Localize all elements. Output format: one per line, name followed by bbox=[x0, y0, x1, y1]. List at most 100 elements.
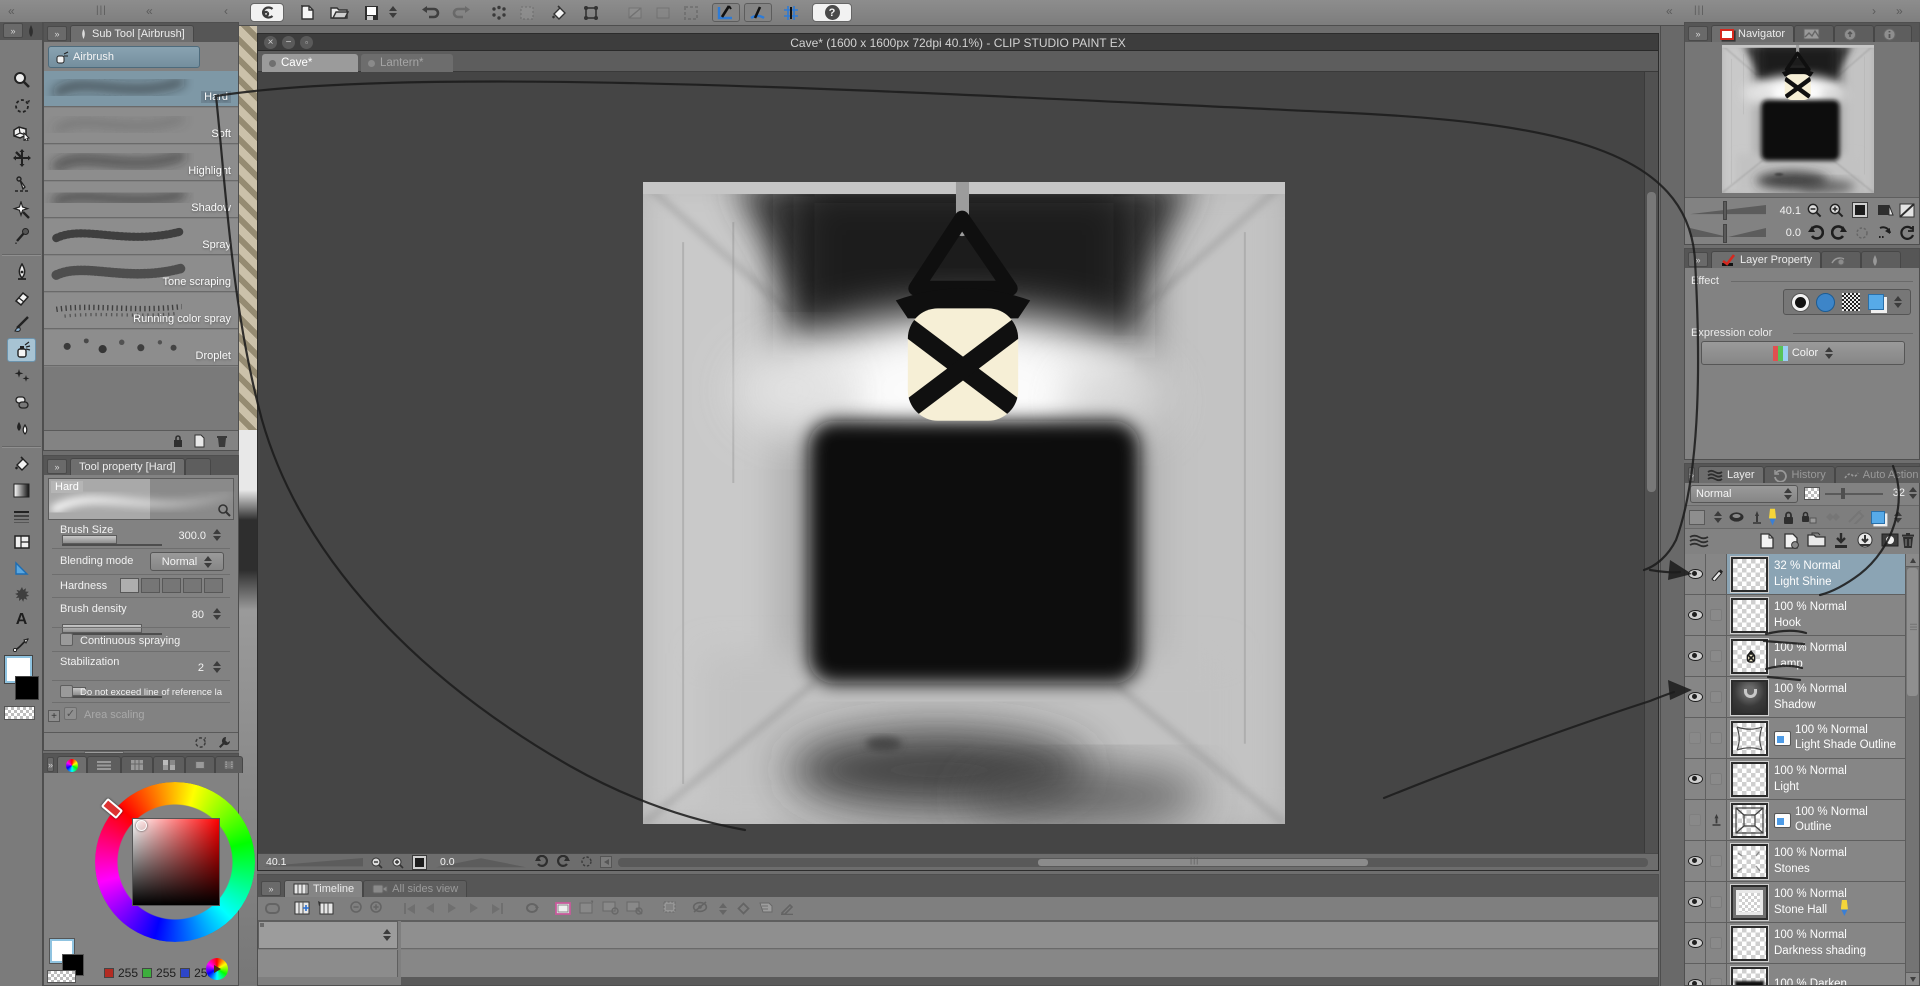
mask-enable-icon[interactable] bbox=[1823, 510, 1841, 524]
statusbar-zoomin-icon[interactable] bbox=[391, 856, 405, 869]
auto-select-tool[interactable] bbox=[7, 198, 36, 222]
canvas-hscrollbar[interactable]: ||| bbox=[618, 856, 1648, 867]
intermediate-color-tab[interactable] bbox=[153, 756, 186, 773]
visibility-eye-icon[interactable] bbox=[1687, 897, 1703, 907]
saturation-value-square[interactable] bbox=[132, 818, 220, 906]
panel-grip-icon[interactable]: ||| bbox=[96, 5, 107, 16]
color-mixer-icon[interactable] bbox=[206, 958, 228, 980]
subtool-item-highlight[interactable]: Highlight bbox=[44, 145, 238, 181]
visibility-eye-icon[interactable] bbox=[1687, 569, 1703, 579]
color-history-tab[interactable] bbox=[215, 756, 244, 773]
layer-row-light[interactable]: 100 % Normal Light bbox=[1685, 759, 1905, 800]
move-tool[interactable] bbox=[7, 146, 36, 170]
blend-mode-dropdown[interactable]: Normal bbox=[1690, 485, 1798, 503]
effect-spinner[interactable] bbox=[1894, 296, 1903, 308]
timeline-zoomin-icon[interactable] bbox=[370, 901, 384, 915]
layer-thumbnail[interactable] bbox=[1730, 555, 1769, 593]
selection-border-icon[interactable] bbox=[678, 3, 704, 22]
collapse-left-icon[interactable]: « bbox=[8, 4, 16, 18]
expression-color-dropdown[interactable]: Color bbox=[1701, 341, 1905, 365]
opacity-spinner[interactable] bbox=[1909, 487, 1917, 499]
subtool-item-droplet[interactable]: Droplet bbox=[44, 330, 238, 366]
new-timeline-icon[interactable] bbox=[294, 900, 312, 916]
layer-thumbnail[interactable] bbox=[1730, 760, 1769, 798]
layer-scrollbar[interactable]: ||| bbox=[1905, 554, 1919, 985]
layer-property-tab[interactable]: Layer Property bbox=[1711, 251, 1822, 268]
specify-cel-icon[interactable] bbox=[602, 900, 620, 915]
prev-frame-icon[interactable] bbox=[426, 903, 434, 913]
canvas-artwork[interactable] bbox=[643, 182, 1285, 824]
undo-icon[interactable] bbox=[418, 3, 444, 22]
nav-zoom-slider[interactable] bbox=[1690, 205, 1766, 215]
collapse-subtool-icon[interactable]: « bbox=[146, 4, 154, 18]
timeline-ruler[interactable] bbox=[401, 921, 1658, 949]
through-view-icon[interactable] bbox=[1728, 511, 1745, 523]
lock-icon[interactable] bbox=[1782, 510, 1795, 525]
collapse-right-icon[interactable]: » bbox=[1896, 4, 1904, 18]
lock-subtool-icon[interactable] bbox=[170, 433, 186, 449]
open-file-icon[interactable] bbox=[326, 3, 352, 22]
next-frame-icon[interactable] bbox=[470, 903, 478, 913]
nav-rotation-slider[interactable] bbox=[1690, 227, 1766, 238]
all-sides-view-tab[interactable]: All sides view bbox=[363, 880, 468, 897]
layer-tab[interactable]: Layer bbox=[1698, 466, 1764, 483]
tool-property-menu-icon[interactable]: » bbox=[47, 459, 67, 474]
layer-color-spinner[interactable] bbox=[1894, 511, 1902, 523]
text-tool[interactable]: A bbox=[7, 608, 36, 632]
layer-menu-icon[interactable]: » bbox=[1688, 467, 1696, 482]
tone-effect-icon[interactable] bbox=[1842, 293, 1861, 311]
timeline-settings-icon[interactable] bbox=[316, 900, 334, 916]
wrench-icon[interactable] bbox=[216, 734, 232, 750]
collapse-right-panels-icon[interactable]: « bbox=[1666, 4, 1674, 18]
enable-onion-icon[interactable] bbox=[692, 901, 709, 913]
layer-row-hook[interactable]: 100 % Normal Hook bbox=[1685, 595, 1905, 636]
filter-spinner[interactable] bbox=[1714, 511, 1722, 523]
tool-property-tab[interactable]: Tool property [Hard] bbox=[70, 458, 185, 475]
auto-action-tab[interactable]: Auto Action bbox=[1834, 466, 1920, 483]
save-options-spinner[interactable] bbox=[389, 6, 397, 18]
nav-flip-icon[interactable] bbox=[1899, 203, 1915, 218]
right-panel-grip-icon[interactable]: ||| bbox=[1694, 5, 1705, 16]
layer-thumbnail[interactable] bbox=[1730, 801, 1769, 839]
statusbar-zoomout-icon[interactable] bbox=[370, 856, 384, 869]
fill-effect-icon[interactable] bbox=[1816, 292, 1836, 312]
opacity-slider[interactable] bbox=[1825, 488, 1883, 499]
flip-canvas-icon[interactable] bbox=[650, 3, 676, 22]
approx-color-tab[interactable] bbox=[185, 756, 216, 773]
new-layer-icon[interactable] bbox=[1759, 532, 1775, 550]
figure-tool[interactable] bbox=[7, 556, 36, 580]
decoration-tool[interactable] bbox=[7, 364, 36, 388]
subtool-menu-icon[interactable]: » bbox=[47, 26, 67, 41]
delete-layer-icon[interactable] bbox=[1901, 532, 1915, 549]
history-tab[interactable]: History bbox=[1763, 466, 1835, 483]
area-scaling-checkbox[interactable]: ✓ bbox=[64, 707, 77, 720]
brush-size-spinner[interactable] bbox=[213, 529, 221, 541]
zoom-tool[interactable] bbox=[7, 68, 36, 92]
canvas-titlebar[interactable]: × − ▫ Cave* (1600 x 1600px 72dpi 40.1%) … bbox=[258, 34, 1658, 51]
hardness-segments[interactable] bbox=[120, 578, 223, 593]
timeline-track-header[interactable] bbox=[258, 921, 398, 949]
palette-dock-icon[interactable] bbox=[1689, 534, 1709, 548]
onion-skin-icon[interactable] bbox=[662, 900, 678, 915]
timeline-menu-icon[interactable]: » bbox=[261, 881, 281, 896]
nav-rotate-cw-icon[interactable] bbox=[1831, 225, 1848, 240]
gradient-tool[interactable] bbox=[7, 478, 36, 502]
track-header-spinner[interactable] bbox=[383, 929, 391, 941]
visibility-eye-icon[interactable] bbox=[1687, 979, 1703, 985]
visibility-eye-icon[interactable] bbox=[1687, 610, 1703, 620]
brush-size-slider[interactable] bbox=[62, 535, 162, 546]
layer-row-shadow[interactable]: 100 % Normal Shadow bbox=[1685, 677, 1905, 718]
visibility-eye-icon[interactable] bbox=[1687, 856, 1703, 866]
tone-settings-tab[interactable] bbox=[1821, 251, 1862, 268]
layer-thumbnail[interactable] bbox=[1730, 965, 1769, 985]
layer-row-stones[interactable]: 100 % Normal Stones bbox=[1685, 841, 1905, 882]
subtool-item-spray[interactable]: Spray bbox=[44, 219, 238, 255]
color-slider-tab[interactable] bbox=[87, 756, 122, 773]
color-set-tab[interactable] bbox=[121, 756, 154, 773]
color-menu-icon[interactable]: » bbox=[47, 757, 55, 772]
clip-settings-icon[interactable] bbox=[264, 901, 281, 916]
navigator-menu-icon[interactable]: » bbox=[1688, 26, 1708, 41]
timeline-zoomout-icon[interactable] bbox=[350, 901, 364, 915]
tool-menu-icon[interactable]: » bbox=[3, 23, 23, 38]
blend-tool[interactable] bbox=[7, 390, 36, 414]
